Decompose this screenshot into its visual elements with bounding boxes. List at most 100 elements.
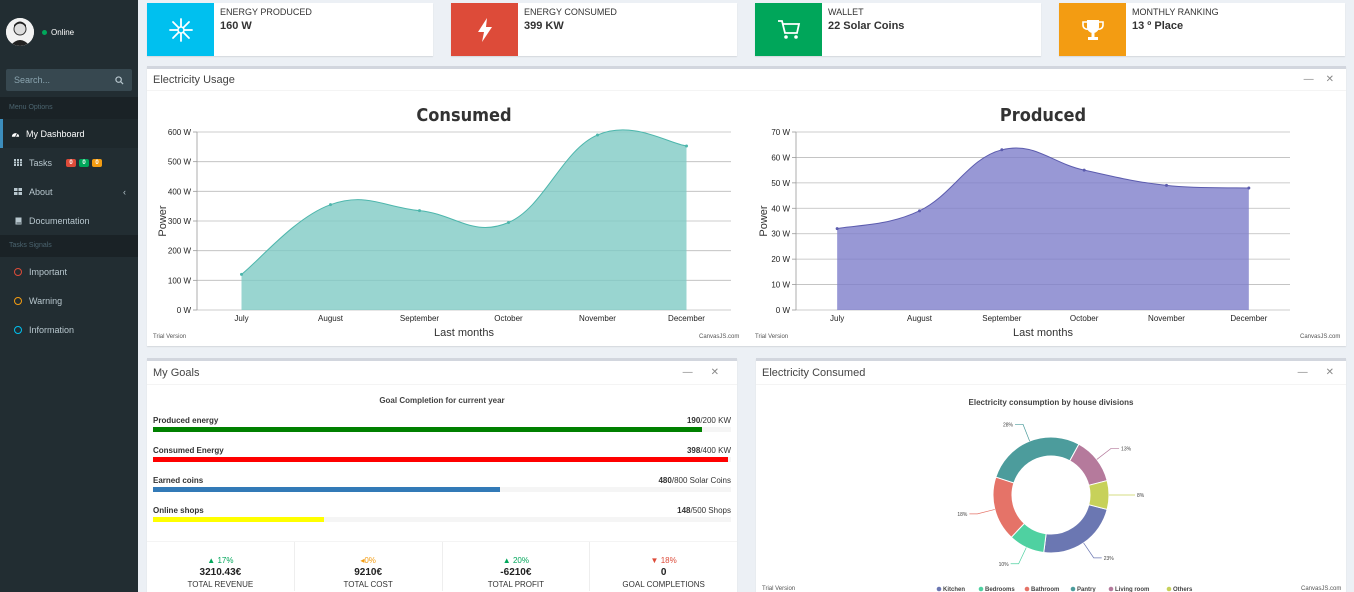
sidebar-item-warning[interactable]: Warning: [0, 286, 138, 315]
data-point: [1082, 168, 1086, 172]
data-point: [507, 220, 510, 224]
caret-up-icon: ▲: [207, 556, 216, 565]
close-icon[interactable]: ✕: [1326, 367, 1334, 378]
stat-label: TOTAL COST: [343, 580, 393, 589]
x-tick-label: December: [1230, 314, 1267, 323]
x-tick-label: July: [830, 314, 844, 323]
donut-slice: [995, 436, 1080, 484]
trophy-icon: [1059, 3, 1126, 56]
x-axis-label: Last months: [434, 327, 494, 339]
stats-row: ▲ 17% 3210.43€ TOTAL REVENUE ◂0% 9210€ T…: [147, 541, 737, 591]
online-label: Online: [51, 27, 75, 37]
goal-label: Consumed Energy: [153, 446, 224, 455]
progress-fill: [153, 427, 703, 432]
x-tick-label: December: [668, 314, 705, 323]
legend-label: Bathroom: [1031, 587, 1059, 592]
slice-leader: [1083, 542, 1102, 559]
goals-subtitle: Goal Completion for current year: [379, 396, 505, 405]
legend-label: Pantry: [1077, 587, 1096, 592]
trial-label: Trial Version: [755, 334, 789, 340]
y-tick-label: 400 W: [168, 187, 192, 196]
bolt-icon: [451, 3, 518, 56]
credit-label: CanvasJS.com: [1301, 586, 1342, 592]
info-label: ENERGY PRODUCED: [220, 7, 312, 17]
progress-bar: [153, 427, 731, 432]
sidebar-item-label: Information: [29, 324, 75, 335]
y-tick-label: 50 W: [771, 179, 790, 188]
y-tick-label: 30 W: [771, 230, 790, 239]
sidebar-item-important[interactable]: Important: [0, 257, 138, 286]
sidebar-item-label: Documentation: [29, 215, 90, 226]
legend-label: Kitchen: [943, 587, 965, 592]
legend-marker: [936, 586, 942, 592]
area-fill: [837, 147, 1249, 310]
grid-icon: [13, 188, 23, 195]
data-point: [240, 272, 243, 276]
sidebar-item-documentation[interactable]: Documentation: [0, 206, 138, 235]
avatar-image: [6, 18, 34, 46]
data-point: [596, 133, 599, 137]
goal-current: 190: [686, 416, 701, 425]
stat-pct: 0%: [364, 556, 376, 565]
box-title: Electricity Usage: [153, 73, 235, 86]
credit-label: CanvasJS.com: [699, 334, 740, 340]
x-tick-label: August: [318, 314, 344, 323]
stat-pct: 18%: [660, 556, 677, 565]
progress-fill: [153, 457, 729, 462]
info-value: 399 KW: [524, 20, 564, 32]
donut-slice: [1043, 504, 1108, 554]
data-point: [918, 209, 921, 213]
stat-amount: -6210€: [500, 567, 532, 578]
data-point: [1165, 183, 1168, 187]
sidebar-item-information[interactable]: Information: [0, 315, 138, 344]
avatar[interactable]: [6, 18, 34, 46]
stat-label: GOAL COMPLETIONS: [622, 580, 705, 589]
minimize-icon[interactable]: —: [1304, 74, 1314, 85]
y-tick-label: 0 W: [776, 306, 791, 315]
close-icon[interactable]: ✕: [711, 367, 719, 378]
legend-label: Others: [1173, 587, 1193, 592]
stat-pct: 20%: [512, 556, 529, 565]
legend-label: Bedrooms: [985, 587, 1015, 592]
dashboard-icon: [10, 130, 20, 138]
slice-label: 28%: [1003, 422, 1014, 428]
grid-icon: [13, 159, 23, 166]
data-point: [1000, 148, 1004, 152]
goal-current: 398: [686, 446, 701, 455]
chevron-left-icon[interactable]: ‹: [123, 187, 126, 197]
minimize-icon[interactable]: —: [1298, 367, 1308, 378]
search-icon[interactable]: [115, 75, 124, 85]
search-placeholder: Search...: [14, 75, 51, 85]
data-point: [329, 203, 332, 207]
goal-label: Earned coins: [153, 476, 204, 485]
sidebar-item-dashboard[interactable]: My Dashboard: [0, 119, 138, 148]
donut-slice: [992, 476, 1026, 538]
area-fill: [241, 129, 687, 310]
slice-leader: [969, 509, 995, 515]
y-tick-label: 100 W: [168, 276, 192, 285]
badge-important: 0: [66, 158, 77, 167]
slice-label: 8%: [1137, 493, 1145, 499]
progress-fill: [153, 517, 325, 522]
stat-total-revenue: ▲ 17% 3210.43€ TOTAL REVENUE: [147, 542, 295, 591]
x-tick-label: November: [579, 314, 616, 323]
close-icon[interactable]: ✕: [1326, 74, 1334, 85]
donut-slice: [1088, 479, 1110, 511]
minimize-icon[interactable]: —: [683, 367, 693, 378]
x-axis-label: Last months: [1013, 327, 1073, 339]
donut-slice: [1069, 443, 1108, 486]
chart-title: Electricity consumption by house divisio…: [969, 398, 1134, 407]
trial-label: Trial Version: [762, 586, 796, 592]
progress-bar: [153, 517, 731, 522]
sidebar-item-about[interactable]: About ‹: [0, 177, 138, 206]
chart-title: Produced: [1000, 105, 1086, 126]
stat-amount: 3210.43€: [199, 567, 242, 578]
search-input[interactable]: Search...: [6, 69, 132, 91]
y-tick-label: 20 W: [771, 255, 790, 264]
sidebar-item-label: My Dashboard: [26, 128, 85, 139]
legend-marker: [1108, 586, 1114, 592]
goal-earned-coins: Earned coins 480/800 Solar Coins: [153, 476, 731, 492]
sidebar-item-tasks[interactable]: Tasks 0 0 0: [0, 148, 138, 177]
info-label: WALLET: [828, 7, 864, 17]
online-dot-icon: [42, 29, 47, 35]
